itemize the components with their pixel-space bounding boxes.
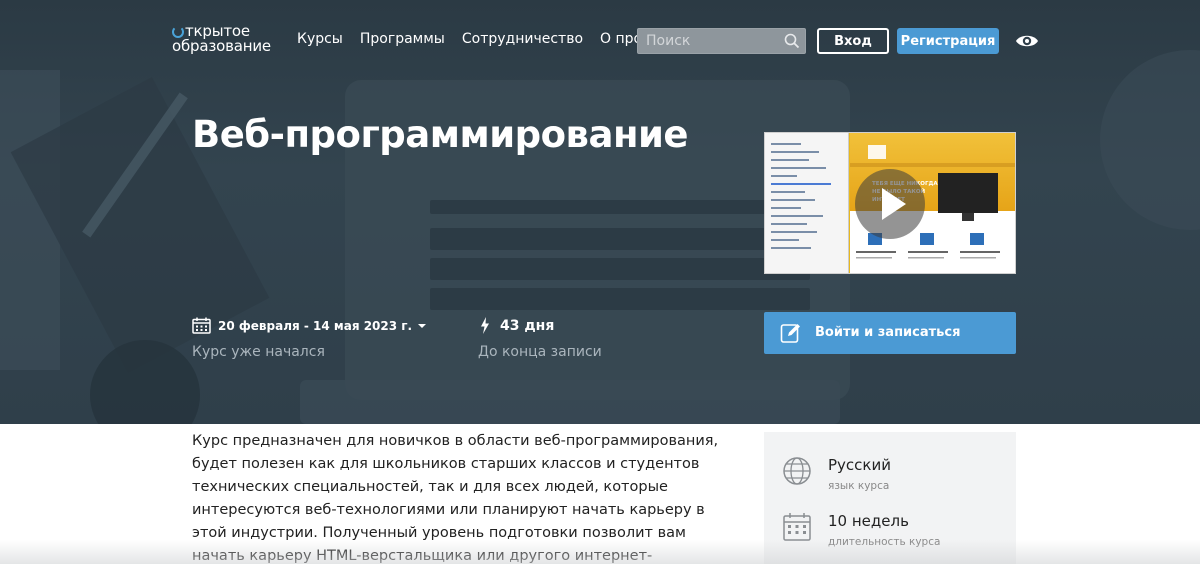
course-dates: 20 февраля - 14 мая 2023 г. bbox=[218, 318, 413, 333]
info-language: Русский язык курса bbox=[782, 456, 891, 492]
play-icon[interactable] bbox=[855, 169, 925, 239]
duration-value: 10 недель bbox=[828, 512, 909, 530]
language-caption: язык курса bbox=[828, 480, 890, 492]
course-status: Курс уже начался bbox=[192, 344, 325, 360]
chevron-down-icon bbox=[418, 323, 427, 328]
globe-icon bbox=[783, 457, 811, 485]
register-button[interactable]: Регистрация bbox=[897, 28, 999, 54]
calendar-icon bbox=[783, 513, 811, 541]
edit-icon bbox=[780, 324, 800, 343]
course-dates-dropdown[interactable]: 20 февраля - 14 мая 2023 г. bbox=[192, 317, 427, 334]
nav-link-programs[interactable]: Программы bbox=[360, 31, 445, 47]
brand-logo[interactable]: ткрытое образование bbox=[172, 24, 271, 54]
duration-caption: длительность курса bbox=[828, 536, 941, 548]
search-icon[interactable] bbox=[784, 33, 800, 49]
nav-link-partnership[interactable]: Сотрудничество bbox=[462, 31, 583, 47]
nav-links: Курсы Программы Сотрудничество О проекте bbox=[297, 31, 693, 47]
search-box bbox=[637, 28, 806, 54]
logo-ring-icon bbox=[172, 25, 184, 38]
calendar-icon bbox=[192, 317, 211, 334]
enrollment-deadline: 43 дня bbox=[480, 317, 554, 334]
course-description: Курс предназначен для новичков в области… bbox=[192, 433, 719, 564]
top-navigation: ткрытое образование Курсы Программы Сотр… bbox=[0, 0, 1200, 80]
nav-link-courses[interactable]: Курсы bbox=[297, 31, 343, 47]
course-info-panel: Русский язык курса 10 недель длительност… bbox=[764, 432, 1016, 564]
video-code-panel bbox=[765, 133, 849, 273]
days-left-caption: До конца записи bbox=[478, 344, 602, 360]
eye-icon[interactable] bbox=[1015, 31, 1039, 51]
lightning-icon bbox=[481, 317, 489, 334]
login-button[interactable]: Вход bbox=[817, 28, 889, 54]
search-input[interactable] bbox=[638, 29, 778, 53]
info-duration: 10 недель длительность курса bbox=[782, 512, 940, 548]
logo-line-2: образование bbox=[172, 37, 271, 55]
enroll-button[interactable]: Войти и записаться bbox=[764, 312, 1016, 354]
days-left: 43 дня bbox=[500, 317, 555, 334]
course-title: Веб-программирование bbox=[192, 113, 689, 156]
enroll-button-label: Войти и записаться bbox=[815, 325, 961, 340]
language-value: Русский bbox=[828, 456, 891, 474]
